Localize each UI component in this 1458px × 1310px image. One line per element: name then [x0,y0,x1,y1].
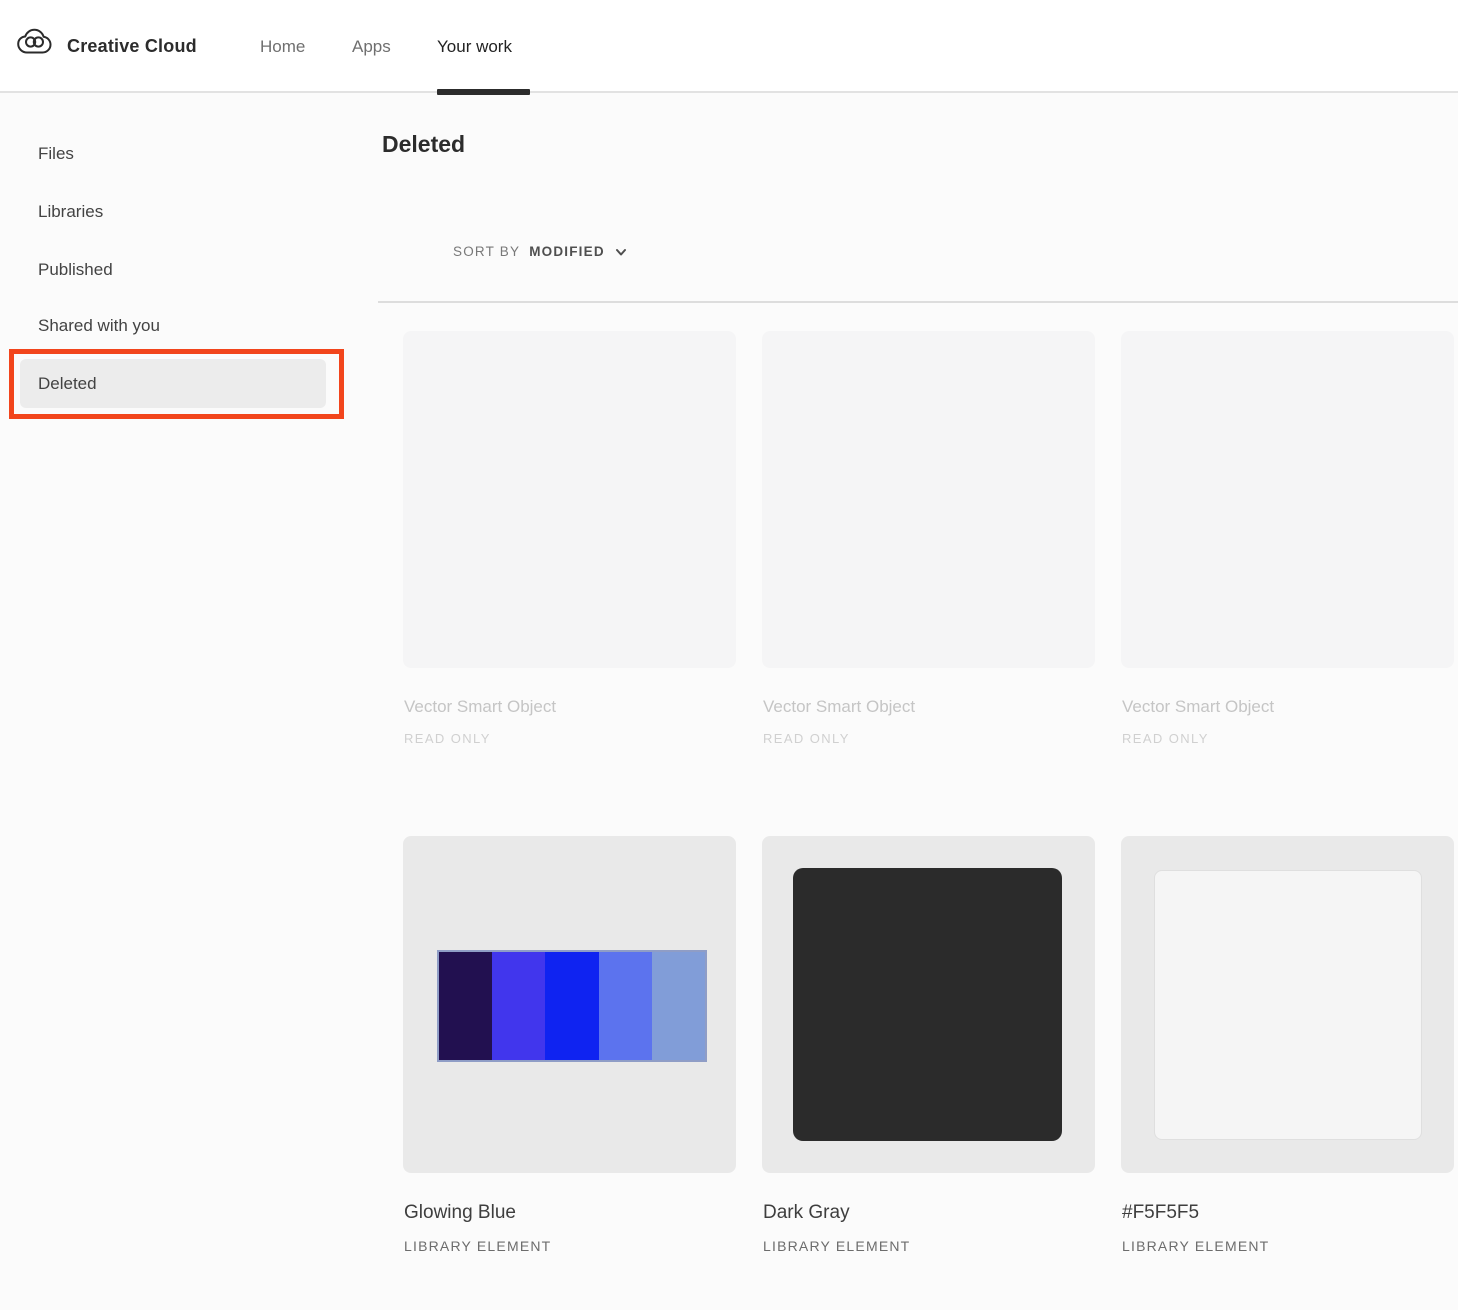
palette-swatch-5 [651,952,706,1060]
sort-by-label: SORT BY [453,243,521,259]
card-status-badge: READ ONLY [404,731,491,746]
card-vector-smart-object-3[interactable]: Vector Smart Object READ ONLY [1121,331,1454,836]
light-swatch [1154,870,1422,1140]
brand-title: Creative Cloud [67,36,197,56]
card-type-badge: LIBRARY ELEMENT [1122,1238,1270,1254]
thumbnail-vector-smart-object-1[interactable] [403,331,736,668]
page-title: Deleted [382,131,466,157]
card-title: #F5F5F5 [1122,1202,1200,1223]
palette-swatch-1 [439,952,493,1060]
chevron-down-icon [615,249,626,256]
thumbnail-glowing-blue[interactable] [403,836,736,1173]
card-status-badge: READ ONLY [1122,731,1209,746]
card-title: Dark Gray [763,1202,850,1223]
palette-swatch-4 [598,952,652,1060]
sidebar-item-files[interactable]: Files [38,139,74,169]
card-title: Vector Smart Object [404,697,557,716]
sidebar-item-libraries[interactable]: Libraries [38,197,103,227]
sidebar-item-published[interactable]: Published [38,255,113,285]
sidebar-item-deleted[interactable]: Deleted [38,369,97,399]
dark-gray-swatch [793,868,1062,1141]
sort-by-dropdown[interactable]: SORT BY MODIFIED [453,241,628,261]
sidebar-item-shared-with-you[interactable]: Shared with you [38,311,160,341]
thumbnail-dark-gray[interactable] [762,836,1095,1173]
content-divider [378,301,1458,303]
nav-tab-home[interactable]: Home [260,0,305,93]
thumbnail-vector-smart-object-2[interactable] [762,331,1095,668]
card-title: Glowing Blue [404,1202,516,1223]
card-vector-smart-object-1[interactable]: Vector Smart Object READ ONLY [403,331,736,836]
card-vector-smart-object-2[interactable]: Vector Smart Object READ ONLY [762,331,1095,836]
card-glowing-blue[interactable]: Glowing Blue LIBRARY ELEMENT [403,836,736,1254]
creative-cloud-logo-icon[interactable] [16,27,53,58]
thumbnail-vector-smart-object-3[interactable] [1121,331,1454,668]
nav-tab-apps[interactable]: Apps [352,0,391,93]
card-title: Vector Smart Object [1122,697,1275,716]
deleted-items-grid: Vector Smart Object READ ONLY Vector Sma… [403,331,1454,1254]
thumbnail-f5f5f5[interactable] [1121,836,1454,1173]
top-navigation-bar: Creative Cloud Home Apps Your work [0,0,1458,95]
nav-tab-your-work[interactable]: Your work [437,0,512,93]
card-status-badge: READ ONLY [763,731,850,746]
card-title: Vector Smart Object [763,697,916,716]
palette-swatch-3 [545,952,599,1060]
card-type-badge: LIBRARY ELEMENT [404,1238,552,1254]
color-palette-strip [437,950,707,1062]
active-tab-underline [437,89,530,95]
sort-by-value: MODIFIED [529,243,605,259]
card-f5f5f5[interactable]: #F5F5F5 LIBRARY ELEMENT [1121,836,1454,1254]
card-dark-gray[interactable]: Dark Gray LIBRARY ELEMENT [762,836,1095,1254]
palette-swatch-2 [492,952,546,1060]
card-type-badge: LIBRARY ELEMENT [763,1238,911,1254]
